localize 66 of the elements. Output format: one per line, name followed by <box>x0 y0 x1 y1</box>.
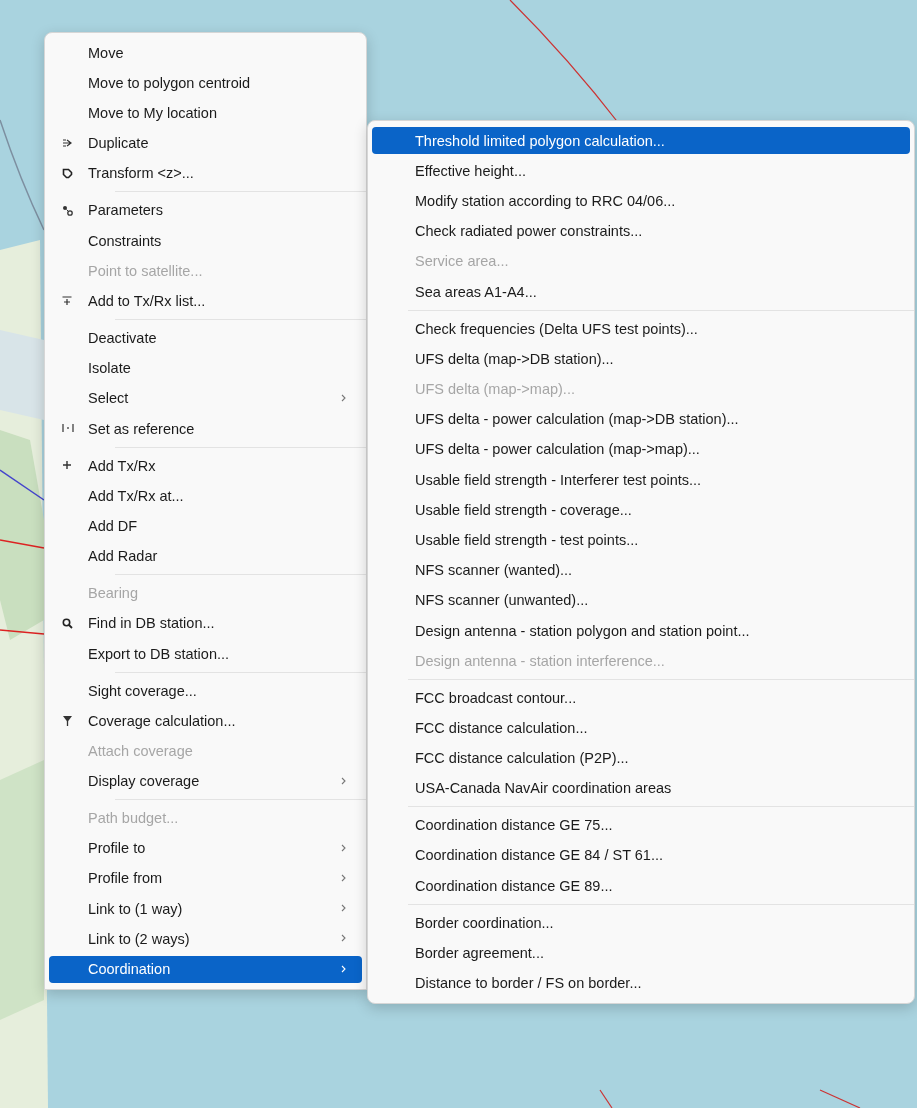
menu-item[interactable]: Sight coverage... <box>49 677 362 704</box>
menu-item[interactable]: Add Radar <box>49 542 362 570</box>
menu-item[interactable]: Usable field strength - coverage... <box>372 496 910 524</box>
chevron-icon <box>341 934 346 943</box>
parameters-icon <box>62 204 73 216</box>
reference-icon <box>62 423 74 434</box>
menu-item[interactable]: Effective height... <box>372 157 910 185</box>
menu-item[interactable]: Export to DB station... <box>49 640 362 667</box>
menu-item[interactable]: Transform <z>... <box>49 159 362 187</box>
menu-item[interactable]: Add to Tx/Rx list... <box>49 287 362 315</box>
menu-item[interactable]: UFS delta (map->DB station)... <box>372 345 910 373</box>
menu-item[interactable]: Check radiated power constraints... <box>372 217 910 245</box>
chevron-icon <box>341 776 346 785</box>
menu-item[interactable]: Set as reference <box>49 415 362 443</box>
antenna-icon <box>62 715 73 727</box>
menu-item[interactable]: Link to (1 way) <box>49 895 362 923</box>
menu-item[interactable]: NFS scanner (wanted)... <box>372 556 910 584</box>
plus-icon <box>62 460 72 471</box>
chevron-icon <box>341 843 346 852</box>
menu-item[interactable]: FCC distance calculation... <box>372 714 910 742</box>
menu-item[interactable]: Parameters <box>49 196 362 224</box>
menu-item[interactable]: Check frequencies (Delta UFS test points)... <box>372 315 910 343</box>
menu-item[interactable]: Find in DB station... <box>49 609 362 637</box>
menu-item[interactable]: Design antenna - station polygon and station point... <box>372 617 910 644</box>
menu-item[interactable]: Display coverage <box>49 767 362 795</box>
menu-item[interactable]: Move to My location <box>49 99 362 127</box>
menu-item[interactable]: Profile to <box>49 834 362 862</box>
menu-item[interactable]: Coordination distance GE 89... <box>372 872 910 900</box>
menu-item[interactable]: Link to (2 ways) <box>49 925 362 953</box>
menu-item[interactable]: Coordination <box>49 955 362 983</box>
menu-item[interactable]: Border coordination... <box>372 909 910 937</box>
menu-item[interactable]: Modify station according to RRC 04/06... <box>372 187 910 215</box>
menu-item[interactable]: USA-Canada NavAir coordination areas <box>372 774 910 802</box>
menu-item[interactable]: Usable field strength - test points... <box>372 526 910 554</box>
chevron-icon <box>341 964 346 973</box>
menu-item[interactable]: Move <box>49 39 362 67</box>
menu-item[interactable]: Coverage calculation... <box>49 707 362 735</box>
menu-item[interactable]: Add DF <box>49 512 362 540</box>
chevron-icon <box>341 393 346 402</box>
menu-item[interactable]: Constraints <box>49 227 362 255</box>
menu-item[interactable]: FCC broadcast contour... <box>372 684 910 712</box>
menu-item[interactable]: Coordination distance GE 75... <box>372 811 910 839</box>
menu-item[interactable]: Distance to border / FS on border... <box>372 969 910 997</box>
menu-item[interactable]: Duplicate <box>49 129 362 157</box>
menu-item[interactable]: Sea areas A1-A4... <box>372 278 910 306</box>
menu-item[interactable]: Profile from <box>49 864 362 892</box>
menu-item[interactable]: FCC distance calculation (P2P)... <box>372 744 910 772</box>
menu-item[interactable]: UFS delta - power calculation (map->DB station)... <box>372 405 910 433</box>
menu-item[interactable]: NFS scanner (unwanted)... <box>372 586 910 614</box>
add-list-icon <box>62 295 72 306</box>
tag-icon <box>62 167 73 179</box>
menu-item[interactable]: Add Tx/Rx at... <box>49 482 362 510</box>
menu-item[interactable]: Move to polygon centroid <box>49 69 362 97</box>
menu-item[interactable]: Isolate <box>49 354 362 382</box>
menu-item[interactable]: Deactivate <box>49 324 362 352</box>
menu-item[interactable]: UFS delta - power calculation (map->map)... <box>372 435 910 463</box>
search-icon <box>62 617 73 629</box>
menu-item[interactable]: Usable field strength - Interferer test points... <box>372 466 910 494</box>
menu-item[interactable]: Coordination distance GE 84 / ST 61... <box>372 841 910 869</box>
menu-item[interactable]: Add Tx/Rx <box>49 452 362 480</box>
chevron-icon <box>341 873 346 882</box>
menu-item[interactable]: Select <box>49 384 362 412</box>
menu-item[interactable]: Threshold limited polygon calculation... <box>372 127 910 155</box>
duplicate-icon <box>62 137 72 148</box>
chevron-icon <box>341 904 346 913</box>
menu-item[interactable]: Border agreement... <box>372 939 910 967</box>
